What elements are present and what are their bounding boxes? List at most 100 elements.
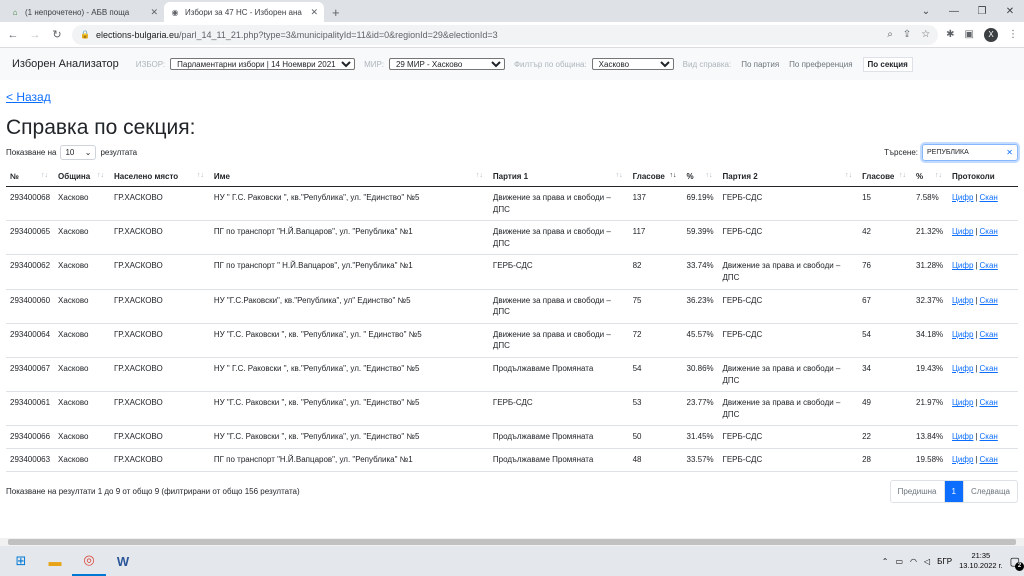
nav-by-section[interactable]: По секция [862, 56, 913, 72]
scan-protocol-link[interactable]: Скан [980, 398, 998, 407]
table-cell: ГЕРБ-СДС [718, 425, 859, 449]
menu-icon[interactable]: ⋮ [1008, 29, 1018, 40]
close-icon[interactable]: ✕ [150, 7, 158, 18]
election-select[interactable]: Парламентарни избори | 14 Ноември 2021 [170, 58, 356, 70]
chevron-down-icon[interactable]: ⌄ [912, 0, 940, 22]
clock[interactable]: 21:35 13.10.2022 г. [959, 551, 1003, 571]
browser-tab-elections[interactable]: ◉ Избори за 47 НС - Изборен ана ✕ [164, 2, 324, 22]
scan-protocol-link[interactable]: Скан [980, 330, 998, 339]
digital-protocol-link[interactable]: Цифр [952, 193, 973, 202]
table-cell: 34 [858, 357, 913, 393]
clear-search-icon[interactable]: ✕ [1006, 148, 1013, 157]
table-cell: 23.77% [682, 391, 719, 427]
horizontal-scrollbar[interactable] [0, 538, 1024, 546]
word-icon[interactable]: W [106, 546, 140, 576]
share-icon[interactable]: ⇪ [903, 29, 911, 40]
column-header[interactable]: Име ↑↓ [209, 167, 489, 187]
close-window-icon[interactable]: ✕ [996, 0, 1024, 22]
table-cell: 33.74% [682, 254, 719, 290]
column-header[interactable]: % ↑↓ [682, 167, 719, 187]
scrollbar-thumb[interactable] [8, 539, 1016, 545]
search-icon[interactable]: ⌕ [887, 29, 893, 40]
new-tab-icon[interactable]: + [324, 2, 348, 22]
column-header[interactable]: Протоколи [948, 167, 1018, 187]
nav-by-party[interactable]: По партия [741, 60, 779, 69]
mir-select[interactable]: 29 МИР - Хасково [388, 58, 505, 70]
column-header[interactable]: Община ↑↓ [54, 167, 110, 187]
scan-protocol-link[interactable]: Скан [980, 261, 998, 270]
side-panel-icon[interactable]: ▣ [965, 29, 974, 40]
sort-icon: ↑↓ [96, 172, 104, 179]
reload-icon[interactable]: ↻ [50, 28, 64, 41]
digital-protocol-link[interactable]: Цифр [952, 455, 973, 464]
table-cell: Движение за права и свободи – ДПС [718, 357, 859, 393]
page-1-button[interactable]: 1 [944, 480, 964, 502]
sort-icon: ↑↓ [615, 172, 623, 179]
digital-protocol-link[interactable]: Цифр [952, 330, 973, 339]
scan-protocol-link[interactable]: Скан [980, 193, 998, 202]
digital-protocol-link[interactable]: Цифр [952, 432, 973, 441]
table-cell: ГЕРБ-СДС [488, 391, 629, 427]
table-cell: ПГ по транспорт " Н.Й.Вапцаров", ул."Реп… [209, 254, 489, 290]
next-page-button[interactable]: Следваща [964, 481, 1017, 502]
column-header[interactable]: Партия 2 ↑↓ [718, 167, 859, 187]
digital-protocol-link[interactable]: Цифр [952, 296, 973, 305]
show-prefix: Показване на [6, 148, 57, 157]
column-header[interactable]: Населено място ↑↓ [109, 167, 210, 187]
table-cell: ГЕРБ-СДС [718, 289, 859, 324]
scan-protocol-link[interactable]: Скан [980, 432, 998, 441]
profile-avatar[interactable]: X [984, 27, 998, 42]
table-header-row: № ↑↓ Община ↑↓ Населено място ↑↓ Име ↑↓ Партия 1… [6, 167, 1018, 187]
network-icon[interactable]: ▭ [895, 557, 903, 566]
prev-page-button[interactable]: Предишна [891, 480, 945, 502]
table-cell: 72 [628, 323, 683, 358]
forward-arrow-icon[interactable]: → [28, 29, 42, 41]
star-icon[interactable]: ☆ [921, 29, 930, 40]
digital-protocol-link[interactable]: Цифр [952, 398, 973, 407]
scan-protocol-link[interactable]: Скан [980, 227, 998, 236]
wifi-icon[interactable]: ◠ [910, 557, 917, 566]
address-bar[interactable]: 🔒 elections-bulgaria.eu/parl_14_11_21.ph… [72, 24, 939, 45]
digital-protocol-link[interactable]: Цифр [952, 364, 973, 373]
table-cell: Движение за права и свободи – ДПС [488, 186, 629, 222]
scan-protocol-link[interactable]: Скан [980, 296, 998, 305]
close-icon[interactable]: ✕ [310, 7, 318, 18]
back-arrow-icon[interactable]: ← [6, 29, 20, 41]
column-header[interactable]: № ↑↓ [6, 167, 55, 187]
scan-protocol-link[interactable]: Скан [980, 455, 998, 464]
column-header[interactable]: Гласове ↑↓ [858, 167, 913, 187]
system-tray: ⌃ ▭ ◠ ◁ БГР 21:35 13.10.2022 г. ▢ 2 [882, 551, 1024, 571]
nav-by-preference[interactable]: По преференция [789, 60, 852, 69]
extensions-icon[interactable]: ✱ [946, 29, 954, 40]
page-length-control: Показване на 10 ⌄ резултата [6, 145, 137, 160]
digital-protocol-link[interactable]: Цифр [952, 261, 973, 270]
column-header[interactable]: % ↑↓ [912, 167, 949, 187]
table-cell: 54 [628, 357, 683, 393]
minimize-icon[interactable]: — [940, 0, 968, 22]
column-header[interactable]: Партия 1 ↑↓ [488, 167, 629, 187]
table-cell: 22 [858, 425, 913, 449]
table-row: 293400064 Хасково ГР.ХАСКОВО НУ "Г.С. Раков… [6, 323, 1018, 358]
table-cell: 50 [628, 425, 683, 449]
restore-icon[interactable]: ❐ [968, 0, 996, 22]
back-link[interactable]: < Назад [6, 90, 1018, 104]
scan-protocol-link[interactable]: Скан [980, 364, 998, 373]
brand[interactable]: Изборен Анализатор [12, 58, 119, 70]
protocols-cell: Цифр | Скан [948, 357, 1018, 393]
language-indicator[interactable]: БГР [937, 557, 952, 566]
volume-icon[interactable]: ◁ [924, 557, 930, 566]
column-header[interactable]: Гласове ↑↓ [628, 167, 683, 187]
chrome-icon[interactable]: ◎ [72, 546, 106, 576]
browser-tab-mail[interactable]: ⌂ (1 непрочетено) - АБВ поща ✕ [4, 2, 164, 22]
municipality-select[interactable]: Хасково [591, 58, 674, 70]
file-explorer-icon[interactable]: ▬ [38, 546, 72, 576]
lock-icon[interactable]: 🔒 [80, 30, 90, 39]
notification-icon[interactable]: ▢ 2 [1010, 555, 1024, 571]
link-separator: | [975, 432, 978, 442]
chevron-up-icon[interactable]: ⌃ [882, 557, 889, 566]
digital-protocol-link[interactable]: Цифр [952, 227, 973, 236]
mir-label: МИР: [364, 59, 384, 69]
search-input[interactable]: РЕПУБЛИКА ✕ [922, 144, 1018, 161]
windows-start-icon[interactable]: ⊞ [4, 546, 38, 576]
page-length-select[interactable]: 10 ⌄ [60, 145, 97, 160]
